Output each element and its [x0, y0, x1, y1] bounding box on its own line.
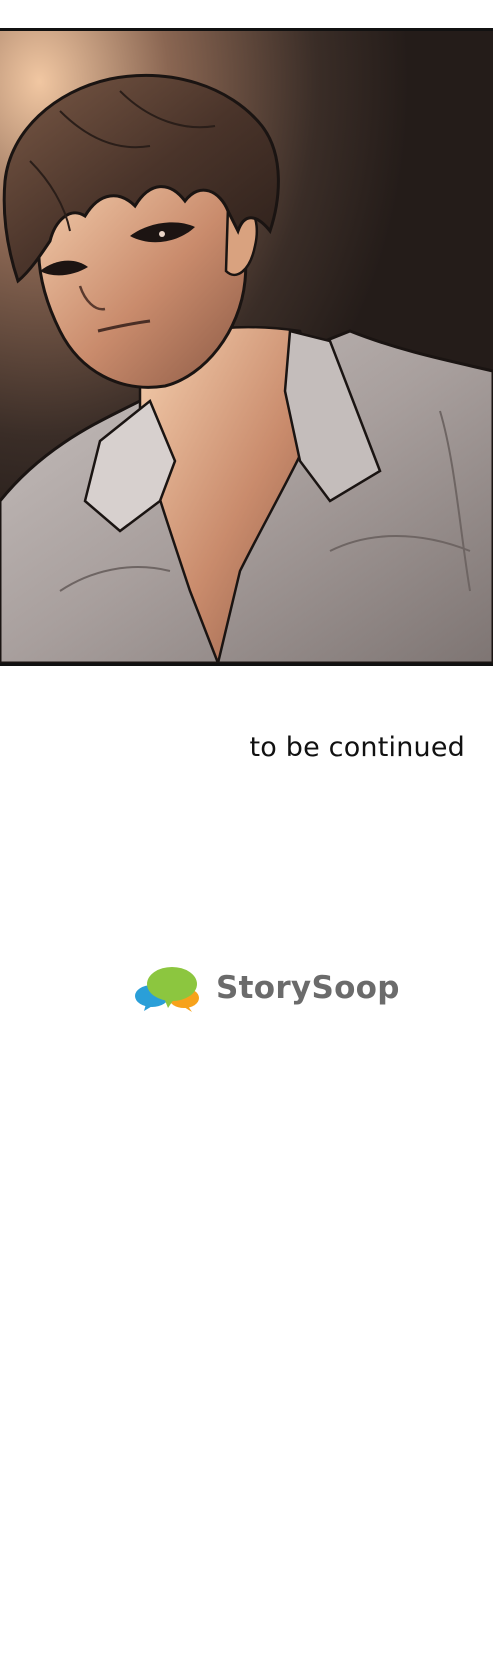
to-be-continued-text: to be continued — [249, 732, 465, 763]
publisher-name: StorySoop — [216, 970, 400, 1006]
speech-bubbles-logo-icon — [135, 967, 199, 1012]
comic-illustration — [0, 31, 493, 663]
right-eye-highlight — [159, 231, 165, 237]
comic-panel — [0, 28, 493, 666]
publisher-logo: StorySoop — [134, 963, 400, 1013]
